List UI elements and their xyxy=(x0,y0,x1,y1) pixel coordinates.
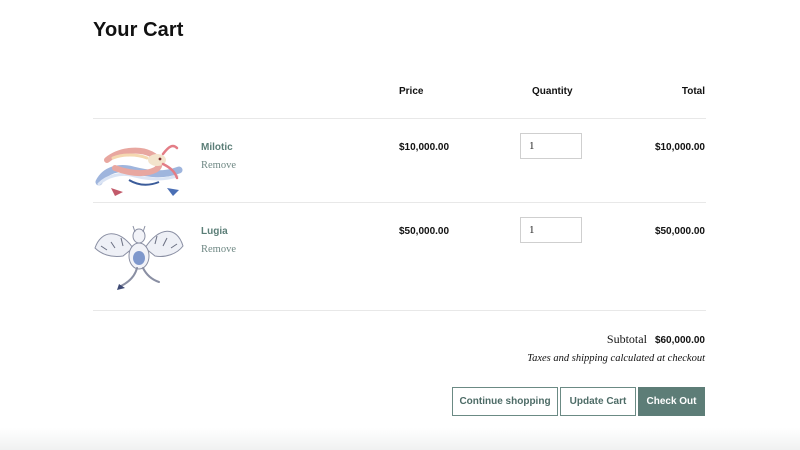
subtotal-label: Subtotal xyxy=(606,332,647,346)
product-price: $50,000.00 xyxy=(399,226,450,237)
lugia-image[interactable] xyxy=(93,218,185,290)
page-bottom-edge xyxy=(0,428,800,450)
remove-link[interactable]: Remove xyxy=(201,160,236,171)
cart-row: Milotic Remove $10,000.00 $10,000.00 xyxy=(0,120,800,204)
page-title: Your Cart xyxy=(93,19,184,41)
product-name-link[interactable]: Milotic xyxy=(201,142,233,153)
quantity-input[interactable] xyxy=(520,133,582,159)
product-price: $10,000.00 xyxy=(399,142,450,153)
quantity-input[interactable] xyxy=(520,217,582,243)
divider xyxy=(93,118,706,119)
divider xyxy=(93,310,706,311)
subtotal-value: $60,000.00 xyxy=(654,335,705,346)
column-header-total: Total xyxy=(681,86,705,97)
checkout-button[interactable]: Check Out xyxy=(638,387,705,416)
product-name-link[interactable]: Lugia xyxy=(201,226,228,237)
column-header-quantity: Quantity xyxy=(532,86,573,97)
tax-shipping-note: Taxes and shipping calculated at checkou… xyxy=(527,353,705,364)
cart-row: Lugia Remove $50,000.00 $50,000.00 xyxy=(0,204,800,290)
continue-shopping-button[interactable]: Continue shopping xyxy=(452,387,558,416)
subtotal-row: Subtotal $60,000.00 xyxy=(607,332,705,347)
line-total: $50,000.00 xyxy=(654,226,705,237)
line-total: $10,000.00 xyxy=(654,142,705,153)
cart-page: Your Cart Price Quantity Total Milotic R… xyxy=(0,0,800,450)
divider xyxy=(93,202,706,203)
column-header-price: Price xyxy=(399,86,424,97)
milotic-image[interactable] xyxy=(93,130,185,202)
update-cart-button[interactable]: Update Cart xyxy=(560,387,636,416)
remove-link[interactable]: Remove xyxy=(201,244,236,255)
